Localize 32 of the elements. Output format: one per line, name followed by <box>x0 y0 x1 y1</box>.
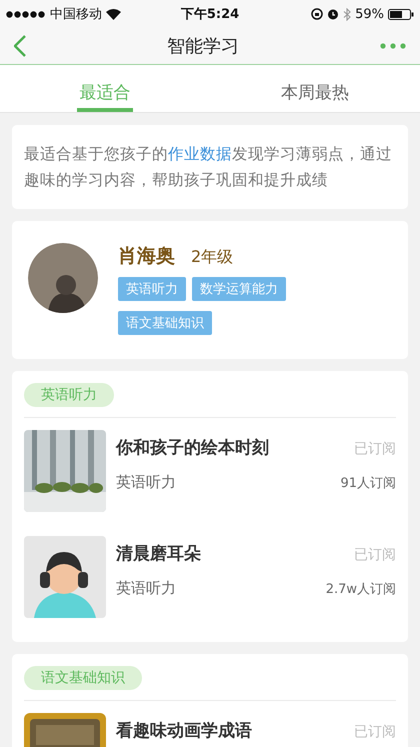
course-title[interactable]: 你和孩子的绘本时刻 <box>116 436 269 459</box>
course-category: 英语听力 <box>116 579 176 598</box>
section-tag: 语文基础知识 <box>24 666 142 690</box>
back-icon[interactable] <box>14 35 26 57</box>
tab[interactable]: 本周最热 <box>281 65 349 112</box>
carrier-name: 中国移动 <box>50 6 102 23</box>
battery-percent: 59% <box>355 6 384 22</box>
section-tag: 英语听力 <box>24 383 114 407</box>
more-icon[interactable] <box>380 43 406 49</box>
battery-icon <box>388 8 414 20</box>
skill-tag: 数学运算能力 <box>192 277 286 301</box>
avatar <box>28 243 98 313</box>
wifi-icon <box>106 8 121 20</box>
page-title: 智能学习 <box>167 35 239 58</box>
course-title[interactable]: 看趣味动画学成语 <box>116 719 252 742</box>
course-category: 英语听力 <box>116 473 176 492</box>
skill-tag: 英语听力 <box>118 277 186 301</box>
course-title[interactable]: 清晨磨耳朵 <box>116 542 201 565</box>
intro-text: 最适合基于您孩子的作业数据发现学习薄弱点，通过趣味的学习内容，帮助孩子巩固和提升成绩 <box>23 144 393 191</box>
subscriber-count: 2.7w人订阅 <box>326 581 396 598</box>
status-time: 下午5:24 <box>180 6 240 23</box>
student-name: 肖海奥 <box>118 244 175 269</box>
bluetooth-icon <box>343 8 352 20</box>
subscribed-label: 已订阅 <box>354 546 396 564</box>
signal-icon <box>6 10 46 18</box>
subscribed-label: 已订阅 <box>354 723 396 741</box>
subscriber-count: 91人订阅 <box>340 475 396 492</box>
rotation-lock-icon <box>311 8 324 20</box>
grade-label: 2年级 <box>191 247 234 268</box>
subscribed-label: 已订阅 <box>354 440 396 458</box>
skill-tag: 语文基础知识 <box>118 311 212 335</box>
alarm-icon <box>327 8 340 20</box>
